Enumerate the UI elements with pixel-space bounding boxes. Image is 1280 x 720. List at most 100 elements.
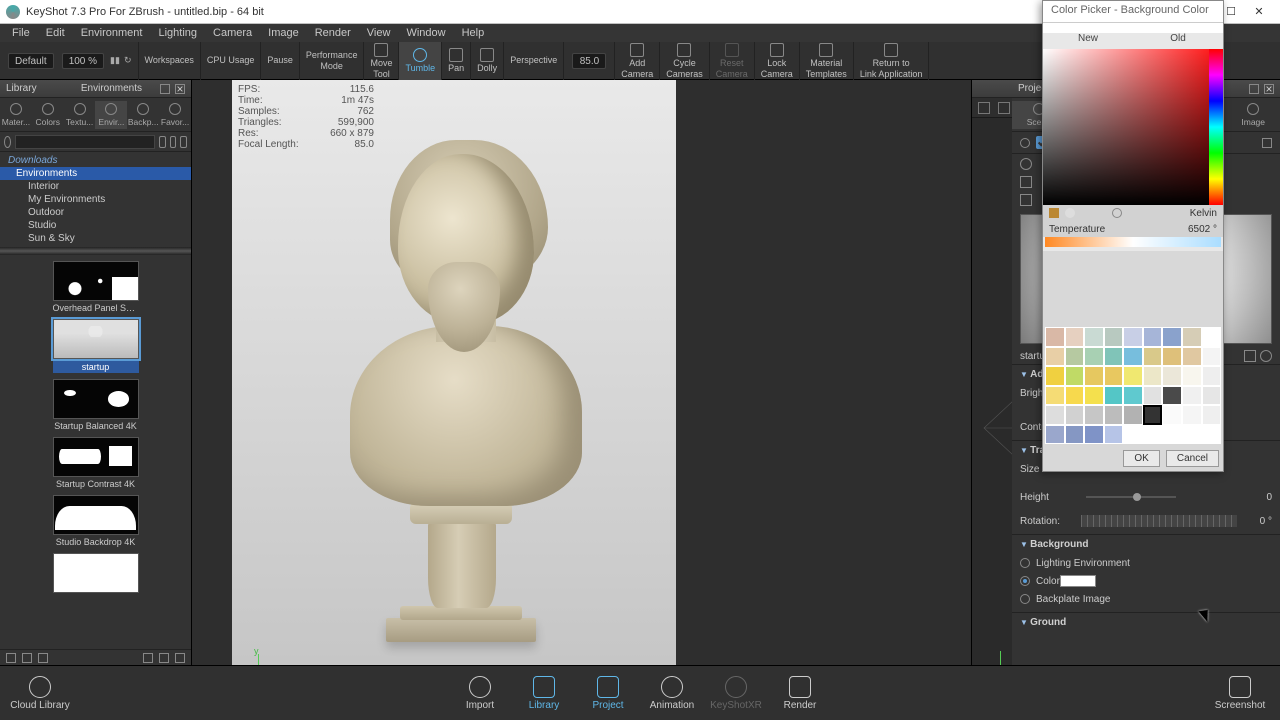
bg-color-swatch[interactable]: [1060, 575, 1096, 587]
palette-swatch[interactable]: [1202, 405, 1222, 425]
temperature-gradient[interactable]: [1045, 237, 1221, 247]
palette-swatch[interactable]: [1045, 386, 1065, 406]
palette-swatch[interactable]: [1123, 405, 1143, 425]
palette-swatch[interactable]: [1123, 386, 1143, 406]
palette-swatch[interactable]: [1162, 425, 1182, 445]
performance-mode-button[interactable]: PerformanceMode: [300, 42, 365, 80]
zoom-icon[interactable]: [38, 653, 48, 663]
palette-swatch[interactable]: [1182, 386, 1202, 406]
picker-gear-icon[interactable]: [1112, 208, 1122, 218]
palette-swatch[interactable]: [1045, 327, 1065, 347]
lock-camera-button[interactable]: LockCamera: [755, 42, 800, 80]
palette-swatch[interactable]: [1045, 405, 1065, 425]
tumble-button[interactable]: Tumble: [399, 42, 442, 80]
palette-swatch[interactable]: [1162, 405, 1182, 425]
close-button[interactable]: ✕: [1252, 5, 1266, 18]
env-plus-icon[interactable]: [1020, 176, 1032, 188]
bg-backplate-radio[interactable]: Backplate Image: [1020, 590, 1272, 608]
palette-swatch[interactable]: [1084, 425, 1104, 445]
tab-backplates[interactable]: Backp...: [127, 101, 159, 129]
animation-button[interactable]: Animation: [640, 676, 704, 711]
picker-ok-button[interactable]: OK: [1123, 450, 1159, 467]
add-camera-button[interactable]: AddCamera: [615, 42, 660, 80]
palette-swatch[interactable]: [1162, 366, 1182, 386]
palette-swatch[interactable]: [1104, 366, 1124, 386]
tree-studio[interactable]: Studio: [0, 219, 191, 232]
tab-favorites[interactable]: Favor...: [159, 101, 191, 129]
palette-swatch[interactable]: [1084, 405, 1104, 425]
palette-swatch[interactable]: [1182, 366, 1202, 386]
thumb-contrast[interactable]: Startup Contrast 4K: [51, 437, 141, 489]
palette-swatch[interactable]: [1104, 347, 1124, 367]
palette-swatch[interactable]: [1143, 386, 1163, 406]
palette-swatch[interactable]: [1202, 347, 1222, 367]
render-viewport[interactable]: FPS:115.6 Time:1m 47s Samples:762 Triang…: [192, 80, 971, 665]
menu-view[interactable]: View: [361, 26, 397, 40]
maximize-button[interactable]: ☐: [1224, 5, 1238, 18]
menu-help[interactable]: Help: [456, 26, 491, 40]
palette-swatch[interactable]: [1045, 347, 1065, 367]
tab-colors[interactable]: Colors: [32, 101, 64, 129]
library-dock-button[interactable]: Library: [512, 676, 576, 711]
palette-swatch[interactable]: [1182, 327, 1202, 347]
refresh-icon[interactable]: [180, 136, 187, 148]
close-project-icon[interactable]: [1264, 84, 1274, 94]
palette-swatch[interactable]: [1065, 386, 1085, 406]
screenshot-button[interactable]: Screenshot: [1208, 676, 1272, 711]
tree-sun-sky[interactable]: Sun & Sky: [0, 232, 191, 245]
import-icon[interactable]: [175, 653, 185, 663]
palette-swatch[interactable]: [1143, 425, 1163, 445]
geom-gear-icon[interactable]: [978, 102, 990, 114]
tree-environments[interactable]: Environments: [0, 167, 191, 180]
palette-swatch[interactable]: [1104, 327, 1124, 347]
palette-swatch[interactable]: [1182, 425, 1202, 445]
menu-camera[interactable]: Camera: [207, 26, 258, 40]
reset-camera-button[interactable]: ResetCamera: [710, 42, 755, 80]
tree-my-environments[interactable]: My Environments: [0, 193, 191, 206]
move-tool-button[interactable]: MoveTool: [364, 42, 399, 80]
lock-env-icon[interactable]: [1262, 138, 1272, 148]
palette-swatch[interactable]: [1143, 327, 1163, 347]
cpu-usage-button[interactable]: CPU Usage: [201, 42, 262, 80]
tree-outdoor[interactable]: Outdoor: [0, 206, 191, 219]
thumb-balanced[interactable]: Startup Balanced 4K: [51, 379, 141, 431]
palette-swatch[interactable]: [1123, 347, 1143, 367]
list-view-icon[interactable]: [6, 653, 16, 663]
palette-swatch[interactable]: [1045, 425, 1065, 445]
palette-swatch[interactable]: [1045, 366, 1065, 386]
workspaces-button[interactable]: Workspaces: [139, 42, 201, 80]
perspective-button[interactable]: Perspective: [504, 42, 564, 80]
return-link-button[interactable]: Return toLink Application: [854, 42, 930, 80]
tab-image[interactable]: Image: [1226, 101, 1280, 129]
palette-swatch[interactable]: [1123, 366, 1143, 386]
palette-swatch[interactable]: [1162, 327, 1182, 347]
palette-swatch[interactable]: [1104, 425, 1124, 445]
thumb-overhead[interactable]: Overhead Panel Soft Sp...: [51, 261, 141, 313]
geom-persp-icon[interactable]: [998, 102, 1010, 114]
tree-downloads[interactable]: Downloads: [0, 154, 191, 167]
tree-interior[interactable]: Interior: [0, 180, 191, 193]
folder-icon[interactable]: [1244, 350, 1256, 362]
palette-swatch[interactable]: [1065, 366, 1085, 386]
cycle-cameras-button[interactable]: CycleCameras: [660, 42, 710, 80]
bg-color-radio[interactable]: Color: [1020, 572, 1272, 590]
menu-file[interactable]: File: [6, 26, 36, 40]
palette-swatch[interactable]: [1182, 405, 1202, 425]
focal-length-field[interactable]: 85.0: [564, 42, 615, 80]
default-preset-button[interactable]: Default 100 % ▮▮ ↻: [0, 42, 139, 80]
picker-cancel-button[interactable]: Cancel: [1166, 450, 1219, 467]
thumb-startup[interactable]: startup: [51, 319, 141, 373]
render-canvas[interactable]: FPS:115.6 Time:1m 47s Samples:762 Triang…: [232, 80, 676, 666]
pan-button[interactable]: Pan: [442, 42, 471, 80]
palette-swatch[interactable]: [1065, 347, 1085, 367]
palette-swatch[interactable]: [1182, 347, 1202, 367]
hue-slider[interactable]: [1209, 49, 1223, 205]
palette-swatch[interactable]: [1202, 386, 1222, 406]
env-trash-icon[interactable]: [1020, 194, 1032, 206]
tab-textures[interactable]: Textu...: [64, 101, 96, 129]
menu-image[interactable]: Image: [262, 26, 305, 40]
render-button[interactable]: Render: [768, 676, 832, 711]
rotation-ruler[interactable]: [1080, 514, 1238, 528]
palette-swatch[interactable]: [1202, 327, 1222, 347]
palette-swatch[interactable]: [1104, 386, 1124, 406]
